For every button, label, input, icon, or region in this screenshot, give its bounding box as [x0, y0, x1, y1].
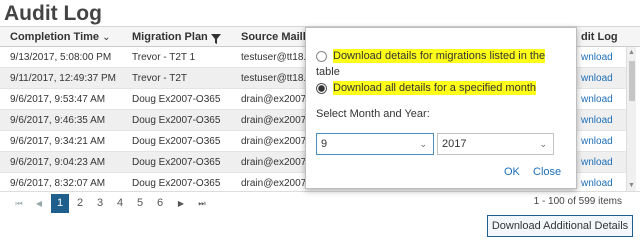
- cell-migration-plan: Doug Ex2007-O365: [132, 178, 221, 189]
- cell-source-mailbox: drain@ex2007.: [241, 136, 309, 147]
- cell-source-mailbox: testuser@tt18.: [241, 52, 307, 63]
- chevron-down-icon: ⌄: [419, 139, 427, 149]
- cell-source-mailbox: testuser@tt18.: [241, 73, 307, 84]
- first-page-icon[interactable]: ⏮: [10, 194, 28, 213]
- scroll-up-icon[interactable]: ▲: [628, 49, 635, 56]
- download-link[interactable]: wnload: [581, 131, 613, 152]
- cell-completion-time: 9/6/2017, 9:34:21 AM: [10, 136, 106, 147]
- download-link[interactable]: wnload: [581, 47, 613, 68]
- audit-log-page: Audit Log Completion Time ⌄ Migration Pl…: [0, 0, 640, 241]
- filter-icon[interactable]: [211, 31, 221, 44]
- download-link[interactable]: wnload: [581, 152, 613, 173]
- radio-listed-migrations[interactable]: [316, 51, 327, 62]
- page-button-4[interactable]: 4: [111, 194, 129, 213]
- pager: ⏮ ◀ 1 2 3 4 5 6 ▶ ⏭ 1 - 100 of 599 items: [0, 191, 640, 213]
- cell-completion-time: 9/6/2017, 9:53:47 AM: [10, 94, 106, 105]
- download-link[interactable]: wnload: [581, 110, 613, 131]
- option-listed-migrations[interactable]: Download details for migrations listed i…: [316, 49, 546, 63]
- radio-month-details[interactable]: [316, 83, 327, 94]
- page-button-1[interactable]: 1: [51, 194, 69, 213]
- cell-source-mailbox: drain@ex2007.: [241, 178, 309, 189]
- option-month-details-label: Download all details for a specified mon…: [333, 81, 537, 95]
- next-page-icon[interactable]: ▶: [172, 194, 190, 213]
- select-month-year-label: Select Month and Year:: [316, 108, 430, 120]
- chevron-down-icon: ⌄: [539, 139, 547, 149]
- download-link[interactable]: wnload: [581, 173, 613, 191]
- download-link[interactable]: wnload: [581, 68, 613, 89]
- pager-info: 1 - 100 of 599 items: [533, 196, 622, 207]
- column-header-audit-log[interactable]: dit Log: [581, 27, 618, 47]
- cell-migration-plan: Doug Ex2007-O365: [132, 136, 221, 147]
- download-dialog: Download details for migrations listed i…: [305, 27, 577, 189]
- scrollbar-thumb[interactable]: [629, 61, 635, 101]
- page-button-5[interactable]: 5: [131, 194, 149, 213]
- cell-completion-time: 9/6/2017, 9:04:23 AM: [10, 157, 106, 168]
- download-link[interactable]: wnload: [581, 89, 613, 110]
- column-header-source-mailbox[interactable]: Source Mailb: [241, 27, 309, 47]
- cell-completion-time: 9/13/2017, 5:08:00 PM: [10, 52, 112, 63]
- cell-source-mailbox: drain@ex2007.: [241, 94, 309, 105]
- cell-completion-time: 9/6/2017, 9:46:35 AM: [10, 115, 106, 126]
- prev-page-icon[interactable]: ◀: [30, 194, 48, 213]
- cell-migration-plan: Trevor - T2T 1: [132, 52, 196, 63]
- option-listed-migrations-label-cont: table: [316, 66, 340, 78]
- page-button-6[interactable]: 6: [151, 194, 169, 213]
- page-button-3[interactable]: 3: [91, 194, 109, 213]
- cell-completion-time: 9/11/2017, 12:49:37 PM: [10, 73, 117, 84]
- last-page-icon[interactable]: ⏭: [193, 194, 211, 213]
- option-listed-migrations-label: Download details for migrations listed i…: [333, 49, 546, 63]
- column-header-completion-time[interactable]: Completion Time ⌄: [10, 27, 110, 47]
- close-button[interactable]: Close: [533, 166, 561, 178]
- option-month-details[interactable]: Download all details for a specified mon…: [316, 81, 537, 95]
- grid-scrollbar[interactable]: ▲ ▼: [626, 47, 636, 191]
- cell-source-mailbox: drain@ex2007.: [241, 157, 309, 168]
- month-select[interactable]: 9 ⌄: [316, 133, 434, 155]
- page-title: Audit Log: [4, 2, 102, 25]
- cell-migration-plan: Doug Ex2007-O365: [132, 115, 221, 126]
- download-additional-details-button[interactable]: Download Additional Details: [487, 215, 633, 237]
- column-header-migration-plan[interactable]: Migration Plan: [132, 27, 208, 47]
- page-button-2[interactable]: 2: [71, 194, 89, 213]
- cell-migration-plan: Doug Ex2007-O365: [132, 157, 221, 168]
- cell-completion-time: 9/6/2017, 8:32:07 AM: [10, 178, 106, 189]
- ok-button[interactable]: OK: [504, 166, 520, 178]
- sort-desc-icon: ⌄: [102, 32, 111, 43]
- cell-migration-plan: Doug Ex2007-O365: [132, 94, 221, 105]
- year-select[interactable]: 2017 ⌄: [437, 133, 554, 155]
- cell-source-mailbox: drain@ex2007.: [241, 115, 309, 126]
- cell-migration-plan: Trevor - T2T: [132, 73, 188, 84]
- scroll-down-icon[interactable]: ▼: [628, 182, 635, 189]
